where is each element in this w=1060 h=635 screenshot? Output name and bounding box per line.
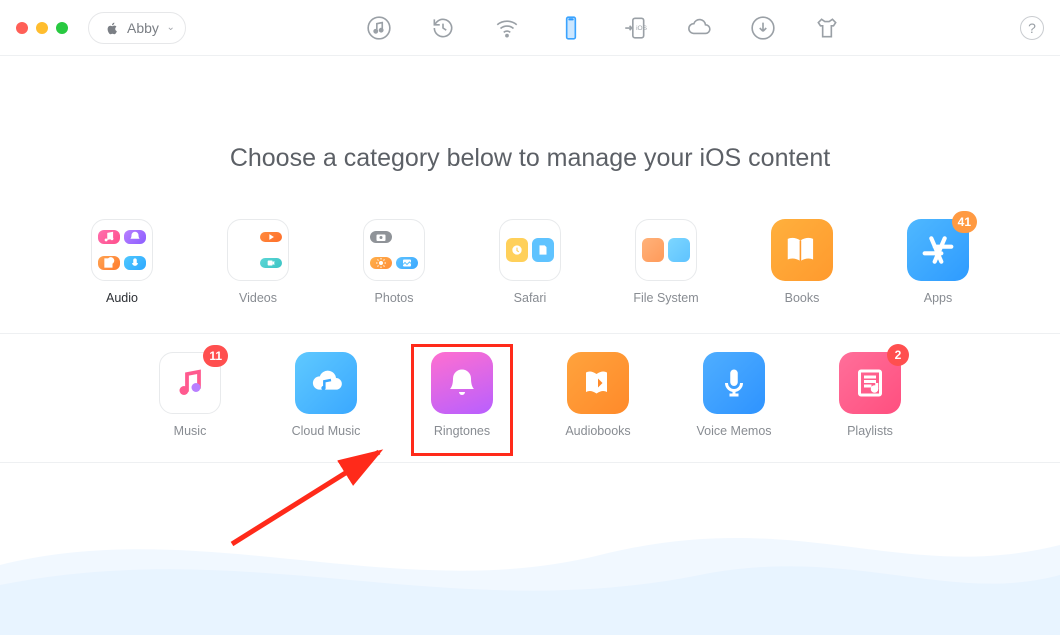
subcategory-voice-memos[interactable]: Voice Memos	[689, 352, 779, 438]
videos-folder-icon	[227, 219, 289, 281]
subcategory-ringtones[interactable]: Ringtones	[417, 352, 507, 438]
category-label: Apps	[924, 291, 953, 305]
books-icon	[771, 219, 833, 281]
category-label: File System	[633, 291, 698, 305]
page-title: Choose a category below to manage your i…	[0, 144, 1060, 173]
device-selector[interactable]: Abby ⌄	[88, 12, 186, 44]
subcategory-label: Ringtones	[434, 424, 490, 438]
subcategory-playlists[interactable]: 2 Playlists	[825, 352, 915, 438]
music-icon: 11	[159, 352, 221, 414]
category-label: Photos	[375, 291, 414, 305]
help-button[interactable]: ?	[1020, 16, 1044, 40]
toolbar: iOS	[186, 10, 1020, 46]
category-label: Books	[785, 291, 820, 305]
filesystem-folder-icon	[635, 219, 697, 281]
subcategory-row: 11 Music Cloud Music Ringtones Audiobook…	[0, 352, 1060, 463]
chevron-down-icon: ⌄	[167, 22, 175, 33]
subcategory-music[interactable]: 11 Music	[145, 352, 235, 438]
titlebar: Abby ⌄ iOS ?	[0, 0, 1060, 56]
subcategory-label: Playlists	[847, 424, 893, 438]
category-videos[interactable]: Videos	[213, 219, 303, 305]
window-controls	[16, 22, 68, 34]
category-photos[interactable]: Photos	[349, 219, 439, 305]
playlists-icon: 2	[839, 352, 901, 414]
apps-icon: 41	[907, 219, 969, 281]
voice-memos-icon	[703, 352, 765, 414]
wifi-tab[interactable]	[489, 10, 525, 46]
audio-folder-icon	[91, 219, 153, 281]
audio-library-tab[interactable]	[361, 10, 397, 46]
badge: 11	[203, 345, 228, 367]
device-name: Abby	[127, 20, 159, 36]
cloud-music-icon	[295, 352, 357, 414]
subcategory-audiobooks[interactable]: Audiobooks	[553, 352, 643, 438]
category-apps[interactable]: 41 Apps	[893, 219, 983, 305]
category-audio[interactable]: Audio	[77, 219, 167, 305]
device-tab[interactable]	[553, 10, 589, 46]
zoom-window[interactable]	[56, 22, 68, 34]
category-row: Audio Videos Photos Safari File Syst	[0, 219, 1060, 334]
ringtones-icon	[431, 352, 493, 414]
category-filesystem[interactable]: File System	[621, 219, 711, 305]
category-label: Audio	[106, 291, 138, 305]
safari-folder-icon	[499, 219, 561, 281]
badge: 41	[952, 211, 977, 233]
close-window[interactable]	[16, 22, 28, 34]
category-safari[interactable]: Safari	[485, 219, 575, 305]
minimize-window[interactable]	[36, 22, 48, 34]
category-label: Safari	[514, 291, 547, 305]
subcategory-label: Music	[174, 424, 207, 438]
history-tab[interactable]	[425, 10, 461, 46]
audiobooks-icon	[567, 352, 629, 414]
background-waves	[0, 485, 1060, 635]
skin-tab[interactable]	[809, 10, 845, 46]
downloads-tab[interactable]	[745, 10, 781, 46]
to-ios-tab[interactable]: iOS	[617, 10, 653, 46]
svg-text:iOS: iOS	[636, 25, 648, 32]
apple-icon	[105, 21, 119, 35]
subcategory-label: Voice Memos	[696, 424, 771, 438]
category-books[interactable]: Books	[757, 219, 847, 305]
photos-folder-icon	[363, 219, 425, 281]
subcategory-label: Audiobooks	[565, 424, 630, 438]
badge: 2	[887, 344, 909, 366]
icloud-tab[interactable]	[681, 10, 717, 46]
subcategory-cloud-music[interactable]: Cloud Music	[281, 352, 371, 438]
category-label: Videos	[239, 291, 277, 305]
subcategory-label: Cloud Music	[292, 424, 361, 438]
